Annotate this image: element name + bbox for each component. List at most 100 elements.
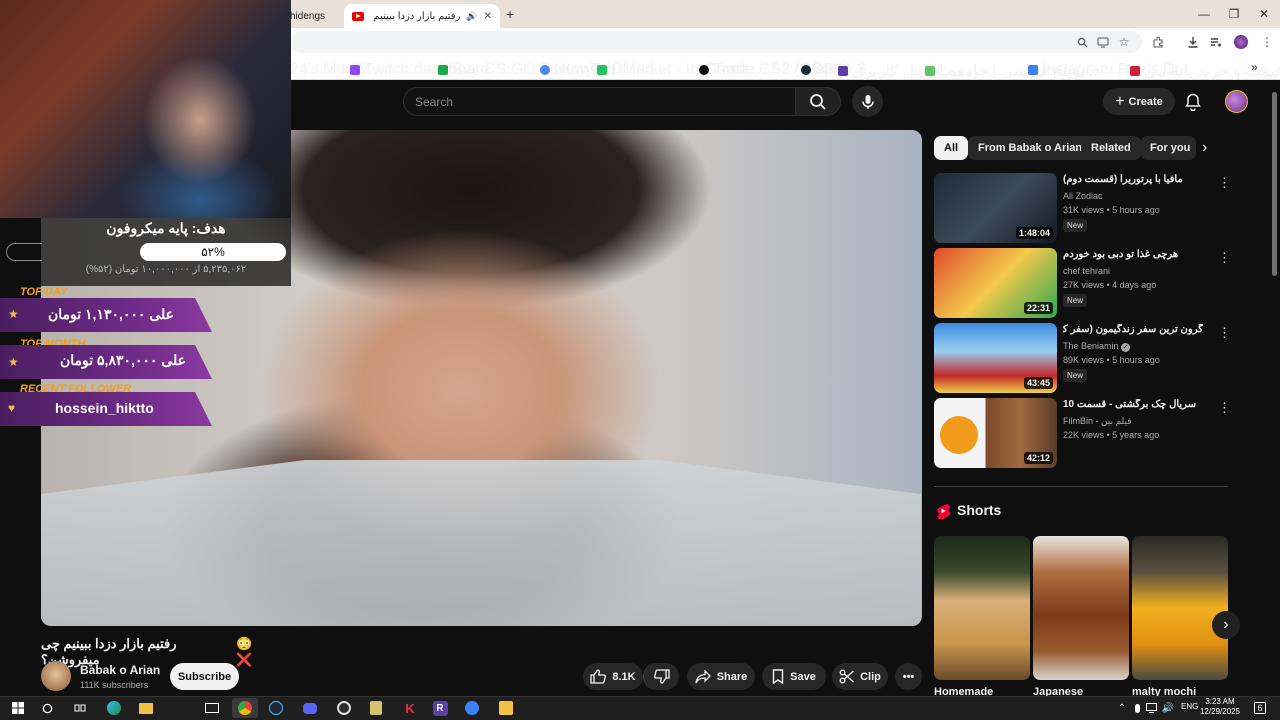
recommendation-channel[interactable]: The Beniamin ✓ (1063, 341, 1131, 352)
short-thumbnail[interactable] (934, 536, 1030, 680)
like-button[interactable]: 8.1K (583, 663, 643, 690)
recommendation-item[interactable]: 43:45 گرون ترین سفر زندگیمون (سفر کیش) 💵… (934, 323, 1234, 393)
recommendation-title[interactable]: مافیا با پرتوریرا (قسمت دوم) (1063, 174, 1203, 185)
chip-related[interactable]: Related (1081, 136, 1141, 160)
dislike-button[interactable] (643, 663, 679, 690)
video-thumbnail[interactable]: 1:48:04 (934, 173, 1057, 243)
scrollbar[interactable] (1272, 92, 1277, 276)
extensions-icon[interactable] (1148, 32, 1168, 52)
chip-for-you[interactable]: For you (1140, 136, 1196, 160)
chip-all[interactable]: All (934, 136, 969, 160)
channel-name[interactable]: Babak o Arian (80, 663, 160, 677)
clip-button[interactable]: Clip (832, 663, 888, 690)
obs-icon[interactable] (334, 698, 354, 718)
maximize-button[interactable]: ❐ (1219, 4, 1249, 24)
share-label: Share (716, 670, 748, 683)
clock-time: 3:23 AM (1205, 697, 1235, 706)
remit-app-icon[interactable]: R (430, 698, 450, 718)
create-button[interactable]: + Create (1103, 88, 1175, 115)
recommendation-item[interactable]: 42:12 سریال چک برگشتی - قسمت 10 FilmBin … (934, 398, 1234, 468)
video-thumbnail[interactable]: 42:12 (934, 398, 1057, 468)
chips-next-icon[interactable]: › (1202, 139, 1207, 157)
star-icon: ★ (8, 307, 19, 321)
recommendation-item[interactable]: 22:31 هرچی غذا تو دبی بود خوردم chef teh… (934, 248, 1234, 318)
bookmark-star-icon[interactable]: ☆ (1114, 32, 1134, 52)
app-icon[interactable] (366, 698, 386, 718)
minimize-button[interactable]: — (1189, 4, 1219, 24)
notifications-button[interactable] (1181, 90, 1205, 114)
webcam-overlay (0, 0, 291, 218)
video-thumbnail[interactable]: 43:45 (934, 323, 1057, 393)
bookmark-label: قیمت و خرید پایه می... (1144, 63, 1280, 80)
app-k-icon[interactable]: K (400, 698, 420, 718)
downloads-icon[interactable] (1183, 32, 1203, 52)
goal-progress-bar: ۵۲% (140, 243, 286, 261)
notifications-count: 6 (1254, 702, 1266, 714)
tab-active[interactable]: رفتیم بازار دزدا ببینیم چی میفـ 🔊 ✕ (344, 4, 500, 28)
recommendation-title[interactable]: گرون ترین سفر زندگیمون (سفر کیش) 💵 (1063, 324, 1203, 335)
media-controls-icon[interactable] (1206, 32, 1226, 52)
file-explorer-icon[interactable] (136, 698, 156, 718)
steam-icon[interactable] (266, 698, 286, 718)
close-window-button[interactable]: ✕ (1249, 4, 1279, 24)
bookmark-item[interactable]: api (801, 61, 836, 79)
recommendation-meta: 22K views • 5 years ago (1063, 430, 1160, 440)
more-vertical-icon[interactable]: ⋮ (1218, 325, 1231, 341)
chrome-icon[interactable] (232, 698, 258, 718)
mail-icon[interactable] (202, 698, 222, 718)
channel-label: The Beniamin (1063, 341, 1119, 351)
recommendation-item[interactable]: 1:48:04 مافیا با پرتوریرا (قسمت دوم) Ali… (934, 173, 1234, 243)
recommendation-channel[interactable]: chef tehrani (1063, 266, 1110, 276)
more-vertical-icon[interactable]: ⋮ (1218, 250, 1231, 266)
bookmarks-overflow-button[interactable]: » (1251, 60, 1258, 74)
account-avatar[interactable] (1225, 90, 1248, 113)
recommendation-channel[interactable]: FilmBin - فیلم بین (1063, 416, 1132, 427)
browser-menu-icon[interactable]: ⋮ (1257, 32, 1277, 52)
new-tab-button[interactable]: + (506, 6, 514, 22)
share-button[interactable]: Share (687, 663, 755, 690)
search-button[interactable] (795, 87, 841, 116)
vpn-icon[interactable] (462, 698, 482, 718)
address-bar[interactable] (290, 31, 1142, 53)
more-vertical-icon[interactable]: ⋮ (1218, 400, 1231, 416)
video-thumbnail[interactable]: 22:31 (934, 248, 1057, 318)
divider (934, 486, 1228, 487)
edge-icon[interactable] (104, 698, 124, 718)
duration-badge: 22:31 (1023, 302, 1053, 314)
create-label: Create (1128, 95, 1163, 108)
search-icon[interactable] (37, 698, 57, 718)
discord-icon[interactable] (300, 698, 320, 718)
profile-avatar[interactable] (1234, 35, 1248, 49)
recommendation-channel[interactable]: Ali Zodiac (1063, 191, 1103, 201)
recommendation-title[interactable]: هرچی غذا تو دبی بود خوردم (1063, 249, 1203, 260)
volume-icon[interactable]: 🔊 (1158, 698, 1178, 718)
more-vertical-icon[interactable]: ⋮ (1218, 175, 1231, 191)
verified-icon: ✓ (1121, 343, 1131, 352)
plus-icon: + (1115, 92, 1125, 110)
task-view-icon[interactable] (70, 698, 90, 718)
channel-avatar[interactable] (41, 661, 71, 691)
shorts-next-button[interactable]: › (1212, 611, 1240, 639)
voice-search-button[interactable] (852, 86, 883, 117)
short-thumbnail[interactable] (1033, 536, 1129, 680)
save-button[interactable]: Save (762, 663, 826, 690)
tab-inactive[interactable]: hidengs (282, 4, 342, 28)
search-input[interactable]: Search (403, 87, 796, 116)
recommendation-meta: 27K views • 4 days ago (1063, 280, 1157, 290)
notifications-tray-icon[interactable]: 6 (1250, 698, 1270, 718)
zoom-icon[interactable] (1072, 32, 1092, 52)
install-app-icon[interactable] (1093, 32, 1113, 52)
more-actions-button[interactable]: ••• (895, 663, 922, 690)
subscribe-button[interactable]: Subscribe (170, 663, 239, 690)
tab-label: رفتیم بازار دزدا ببینیم چی میفـ (370, 10, 461, 22)
notes-app-icon[interactable] (496, 698, 516, 718)
tab-close-icon[interactable]: ✕ (484, 11, 492, 22)
speaker-icon[interactable]: 🔊 (466, 11, 477, 22)
short-thumbnail[interactable] (1132, 536, 1228, 680)
search-icon (810, 93, 826, 110)
bell-icon (1185, 93, 1201, 111)
recommendation-title[interactable]: سریال چک برگشتی - قسمت 10 (1063, 399, 1203, 410)
chip-from-channel[interactable]: From Babak o Arian (968, 136, 1093, 160)
windows-start-icon[interactable] (8, 698, 28, 718)
clock[interactable]: 3:23 AM 12/29/2025 (1195, 697, 1245, 717)
